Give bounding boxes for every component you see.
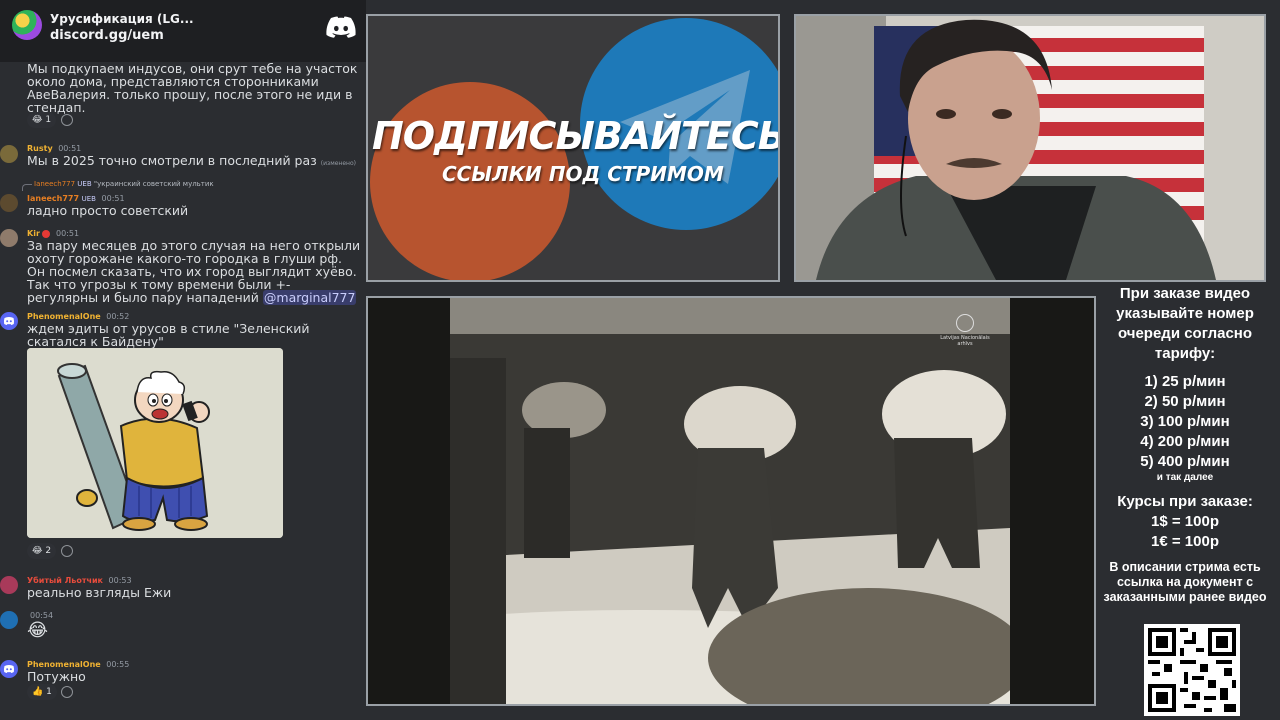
description-note: В описании стрима есть ссылка на докумен…	[1103, 560, 1267, 604]
qr-code-pattern	[1144, 624, 1240, 716]
reaction-chip[interactable]: 😂 1	[27, 112, 57, 128]
rates-title: Курсы при заказе:	[1117, 493, 1253, 510]
message-item: Ianeech777 UEB "украинский советский мул…	[0, 178, 366, 218]
tariff-more: и так далее	[1156, 472, 1214, 483]
user-mention[interactable]: @marginal777	[262, 290, 357, 305]
author-name[interactable]: PhenomenalOne	[27, 312, 101, 321]
message-item: Мы подкупаем индусов, они срут тебе на у…	[0, 62, 366, 128]
avatar[interactable]	[0, 576, 18, 594]
message-header: Убитый Льотчик 00:53	[27, 576, 132, 585]
avatar[interactable]	[0, 145, 18, 163]
timestamp: 00:53	[108, 576, 132, 585]
message-text: реально взгляды Ежи	[27, 585, 172, 600]
reaction-count: 2	[45, 546, 52, 556]
archive-emblem-icon	[956, 314, 974, 332]
message-item: 00:54 😂	[0, 609, 366, 649]
server-header[interactable]: Урусификация (LG... discord.gg/uem	[0, 0, 366, 62]
message-text: ждем эдиты от урусов в стиле "Зеленский …	[27, 321, 310, 349]
message-text-content: Мы в 2025 точно смотрели в последний раз	[27, 153, 317, 168]
author-badge: UEB	[81, 195, 96, 203]
message-item: Убитый Льотчик 00:53 реально взгляды Ежи	[0, 574, 366, 604]
reaction-chip[interactable]: 👍 1	[27, 684, 57, 700]
archive-footage	[368, 298, 1094, 704]
reply-badge: UEB	[77, 180, 92, 188]
message-header: Ianeech777 UEB 00:51	[27, 194, 125, 203]
server-invite[interactable]: discord.gg/uem	[50, 28, 164, 43]
message-text: Мы в 2025 точно смотрели в последний раз…	[27, 154, 363, 170]
message-text: Мы подкупаем индусов, они срут тебе на у…	[27, 61, 358, 115]
edited-label: (изменено)	[320, 160, 356, 167]
watermark-text: Latvijas Nacionālais arhīvs	[940, 335, 990, 347]
message-item: Kir 00:51 За пару месяцев до этого случа…	[0, 227, 366, 305]
server-icon	[12, 10, 42, 40]
reaction-emoji: 😂	[32, 115, 43, 125]
reply-reference[interactable]: Ianeech777 UEB "украинский советский мул…	[22, 180, 214, 191]
message-text: Потужно	[27, 669, 86, 684]
tariff-item: 2) 50 р/мин	[1144, 393, 1226, 410]
qr-code-icon[interactable]	[1144, 624, 1240, 716]
discord-default-avatar-icon	[3, 665, 15, 673]
timestamp: 00:51	[58, 144, 82, 153]
avatar[interactable]	[0, 194, 18, 212]
add-reaction-icon[interactable]	[61, 686, 73, 698]
reaction-emoji: 👍	[32, 687, 44, 697]
webcam-image	[796, 16, 1264, 280]
tariff-item: 1) 25 р/мин	[1144, 373, 1226, 390]
rate-item: 1$ = 100р	[1151, 513, 1219, 530]
avatar[interactable]	[0, 611, 18, 629]
message-header: Rusty 00:51	[27, 144, 81, 153]
add-reaction-icon[interactable]	[61, 545, 73, 557]
reaction-chip[interactable]: 😂 2	[27, 543, 57, 559]
author-role-icon	[42, 229, 51, 238]
tariff-item: 5) 400 р/мин	[1140, 453, 1230, 470]
timestamp: 00:54	[30, 611, 54, 620]
reaction-emoji: 😂	[32, 546, 43, 556]
cartoon-illustration	[27, 348, 283, 538]
avatar[interactable]	[0, 312, 18, 330]
author-name[interactable]: Kir	[27, 229, 40, 238]
add-reaction-icon[interactable]	[61, 114, 73, 126]
archive-watermark: Latvijas Nacionālais arhīvs	[940, 314, 990, 347]
discord-default-avatar-icon	[3, 317, 15, 325]
banner-subtitle: ССЫЛКИ ПОД СТРИМОМ	[442, 162, 724, 186]
message-header: PhenomenalOne 00:52	[27, 312, 129, 321]
timestamp: 00:55	[106, 660, 130, 669]
message-text: За пару месяцев до этого случая на него …	[27, 239, 363, 305]
avatar[interactable]	[0, 660, 18, 678]
message-header: PhenomenalOne 00:55	[27, 660, 129, 669]
video-player[interactable]: Latvijas Nacionālais arhīvs	[366, 296, 1096, 706]
reply-text: "украинский советский мультик	[93, 180, 214, 188]
timestamp: 00:51	[55, 229, 80, 238]
reply-author: Ianeech777	[34, 180, 76, 188]
tariff-item: 3) 100 р/мин	[1140, 413, 1230, 430]
rate-item: 1€ = 100р	[1151, 533, 1219, 550]
author-name[interactable]: Rusty	[27, 144, 53, 153]
message-text: ладно просто советский	[27, 203, 189, 218]
reaction-count: 1	[46, 687, 52, 697]
author-name[interactable]: Ianeech777	[27, 194, 79, 203]
author-name[interactable]: Убитый Льотчик	[27, 576, 103, 585]
message-header: Kir 00:51	[27, 229, 79, 238]
subscribe-banner: ПОДПИСЫВАЙТЕСЬ ССЫЛКИ ПОД СТРИМОМ	[366, 14, 780, 282]
banner-title: ПОДПИСЫВАЙТЕСЬ	[372, 114, 780, 158]
avatar[interactable]	[0, 229, 18, 247]
tariff-item: 4) 200 р/мин	[1140, 433, 1230, 450]
timestamp: 00:51	[101, 194, 125, 203]
discord-logo-icon	[326, 16, 356, 38]
message-item: PhenomenalOne 00:55 Потужно 👍 1	[0, 658, 366, 702]
reaction-count: 1	[45, 115, 52, 125]
message-header: 00:54	[27, 611, 53, 620]
server-name: Урусификация (LG...	[50, 12, 194, 26]
author-name[interactable]: PhenomenalOne	[27, 660, 101, 669]
message-item: Rusty 00:51 Мы в 2025 точно смотрели в п…	[0, 142, 366, 172]
order-intro: При заказе видео указывайте номер очеред…	[1116, 285, 1254, 362]
attachment-image[interactable]	[27, 348, 283, 538]
chat-overlay: Урусификация (LG... discord.gg/uem Мы по…	[0, 0, 366, 720]
webcam-feed	[794, 14, 1266, 282]
timestamp: 00:52	[106, 312, 130, 321]
message-text: 😂	[27, 620, 49, 641]
